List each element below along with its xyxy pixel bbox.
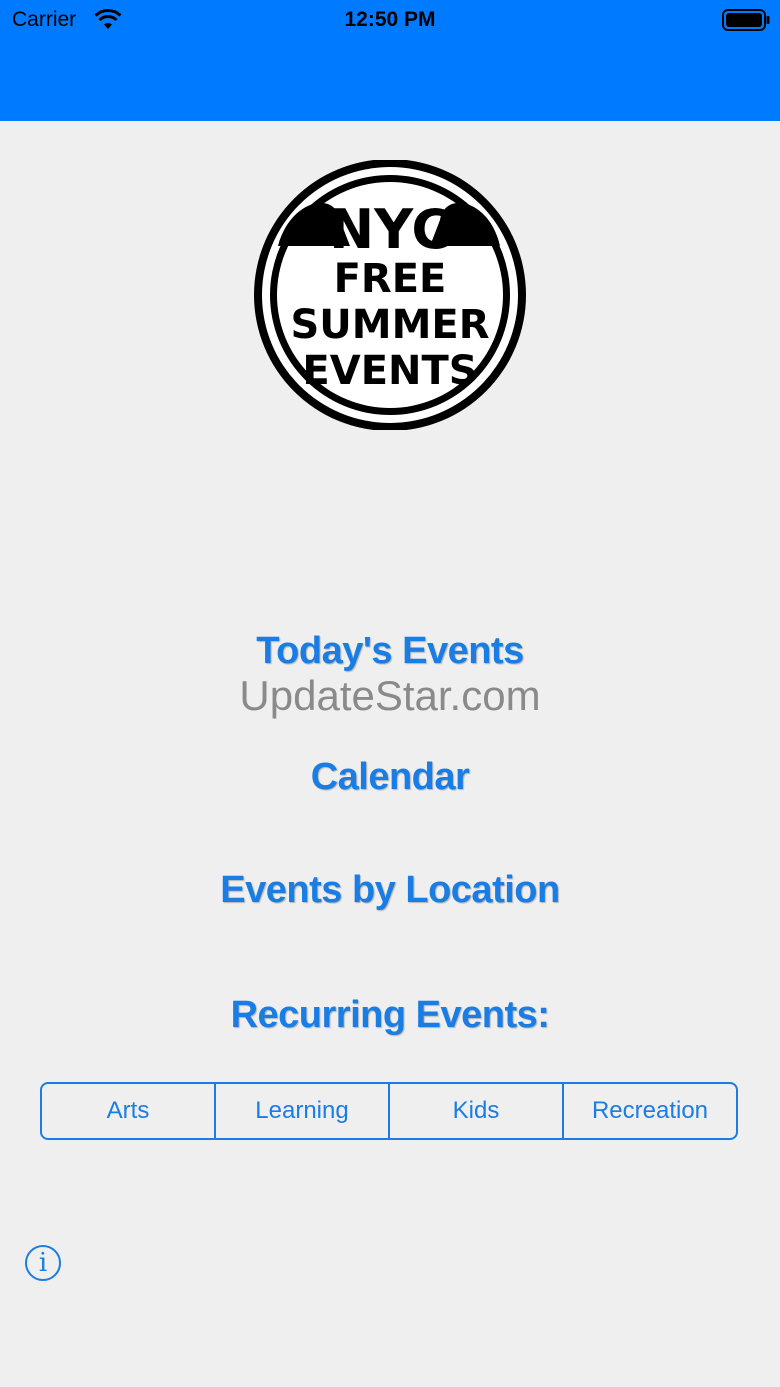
segment-kids[interactable]: Kids [388, 1084, 562, 1138]
status-bar: Carrier 12:50 PM [0, 0, 780, 40]
status-time: 12:50 PM [344, 8, 436, 31]
todays-events-button[interactable]: Today's Events [0, 630, 780, 673]
nyc-free-summer-events-logo: NYC FREE SUMMER EVENTS [254, 160, 526, 430]
recurring-events-label: Recurring Events: [230, 994, 550, 1036]
info-glyph: i [38, 1248, 48, 1278]
logo-text-nyc: NYC [329, 198, 451, 261]
events-by-location-button[interactable]: Events by Location [0, 869, 780, 912]
battery-icon [722, 9, 770, 31]
logo-text-summer: SUMMER [290, 302, 489, 348]
watermark-text: UpdateStar.com [239, 672, 541, 719]
calendar-button[interactable]: Calendar [0, 756, 780, 799]
segment-learning[interactable]: Learning [214, 1084, 388, 1138]
logo-text-events: EVENTS [302, 348, 477, 394]
segment-recreation[interactable]: Recreation [562, 1084, 736, 1138]
recurring-events-segmented-control: Arts Learning Kids Recreation [40, 1082, 738, 1140]
segment-arts[interactable]: Arts [42, 1084, 214, 1138]
info-icon[interactable]: i [25, 1245, 61, 1281]
logo-text-free: FREE [334, 256, 447, 302]
